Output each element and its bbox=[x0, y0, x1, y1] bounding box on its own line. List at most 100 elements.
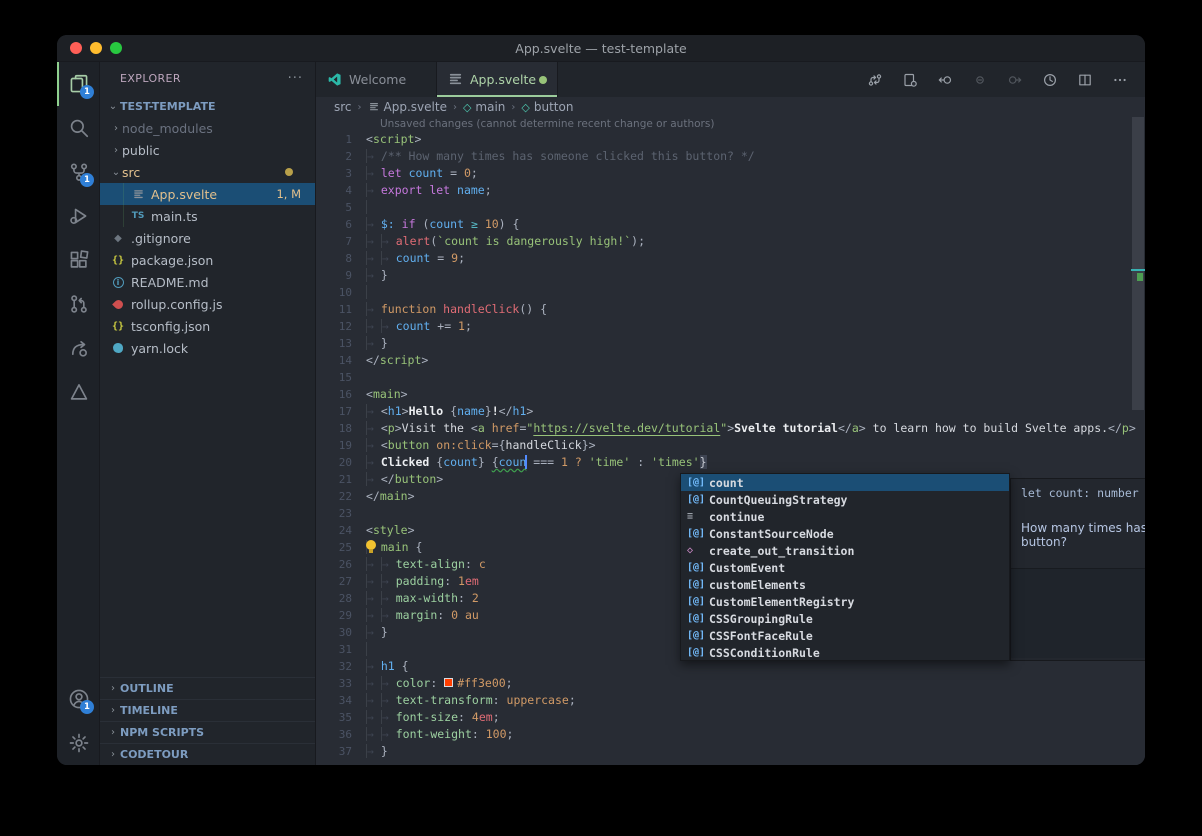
code-line[interactable]: 11→ function handleClick() { bbox=[316, 301, 1145, 318]
code-line[interactable]: 16<main> bbox=[316, 386, 1145, 403]
code-line[interactable]: 13→ } bbox=[316, 335, 1145, 352]
explorer-item-main-ts[interactable]: TSmain.ts bbox=[100, 205, 315, 227]
code-token: #ff3e00 bbox=[457, 676, 505, 690]
code-line[interactable]: 14</script> bbox=[316, 352, 1145, 369]
code-line[interactable]: 36→ → font-weight: 100; bbox=[316, 726, 1145, 743]
activity-item-search[interactable] bbox=[57, 106, 99, 150]
suggestion-constantsourcenode[interactable]: [@]ConstantSourceNode bbox=[681, 525, 1009, 542]
code-line[interactable]: 17→ <h1>Hello {name}!</h1> bbox=[316, 403, 1145, 420]
code-line[interactable]: 6→ $: if (count ≥ 10) { bbox=[316, 216, 1145, 233]
code-line[interactable]: 18→ <p>Visit the <a href="https://svelte… bbox=[316, 420, 1145, 437]
activity-spacer bbox=[57, 414, 99, 677]
section-label: OUTLINE bbox=[120, 682, 174, 695]
explorer-item-readme-md[interactable]: iREADME.md bbox=[100, 271, 315, 293]
explorer-item-src[interactable]: ⌄src bbox=[100, 161, 315, 183]
activity-item-azure[interactable] bbox=[57, 370, 99, 414]
suggestion-count[interactable]: [@]count bbox=[681, 474, 1009, 491]
breadcrumb[interactable]: src›App.svelte›◇main›◇button bbox=[316, 97, 1145, 117]
current-change-icon[interactable] bbox=[971, 71, 989, 89]
code-line[interactable]: 20→ Clicked {count} {coun === 1 ? 'time'… bbox=[316, 454, 1145, 471]
code-line[interactable]: 1<script> bbox=[316, 131, 1145, 148]
code-line[interactable]: 10 bbox=[316, 284, 1145, 301]
compare-changes-icon[interactable] bbox=[866, 71, 884, 89]
activity-item-run-debug[interactable] bbox=[57, 194, 99, 238]
tab-app-svelte[interactable]: App.svelte bbox=[437, 62, 558, 97]
more-actions-icon[interactable] bbox=[1111, 71, 1129, 89]
code-line[interactable]: 33→ → color: #ff3e00; bbox=[316, 675, 1145, 692]
breadcrumb-item[interactable]: App.svelte bbox=[384, 100, 447, 114]
symbol-var-icon: [@] bbox=[687, 613, 709, 624]
title-bar[interactable]: App.svelte — test-template bbox=[57, 35, 1145, 62]
code-token: { bbox=[499, 438, 506, 452]
workspace-root-header[interactable]: ⌄ TEST-TEMPLATE bbox=[100, 95, 315, 117]
code-token: → bbox=[381, 591, 396, 605]
explorer-item-rollup-config-js[interactable]: rollup.config.js bbox=[100, 293, 315, 315]
code-token: → bbox=[366, 421, 381, 435]
code-line[interactable]: 8→ → count = 9; bbox=[316, 250, 1145, 267]
breadcrumb-item[interactable]: src bbox=[334, 100, 352, 114]
sidebar-section-outline[interactable]: ›OUTLINE bbox=[100, 677, 315, 699]
activity-item-live-share[interactable] bbox=[57, 326, 99, 370]
code-line[interactable]: 15 bbox=[316, 369, 1145, 386]
explorer-item-package-json[interactable]: {}package.json bbox=[100, 249, 315, 271]
code-line[interactable]: 9→ } bbox=[316, 267, 1145, 284]
activity-item-extensions[interactable] bbox=[57, 238, 99, 282]
scrollbar-thumb[interactable] bbox=[1132, 117, 1144, 410]
activity-item-accounts[interactable]: 1 bbox=[57, 677, 99, 721]
sidebar-section-npm-scripts[interactable]: ›NPM SCRIPTS bbox=[100, 721, 315, 743]
code-line[interactable]: 35→ → font-size: 4em; bbox=[316, 709, 1145, 726]
suggestion-cssgroupingrule[interactable]: [@]CSSGroupingRule bbox=[681, 610, 1009, 627]
suggestion-cssconditionrule[interactable]: [@]CSSConditionRule bbox=[681, 644, 1009, 661]
code-line[interactable]: 3→ let count = 0; bbox=[316, 165, 1145, 182]
suggestion-customelements[interactable]: [@]customElements bbox=[681, 576, 1009, 593]
code-line[interactable]: 34→ → text-transform: uppercase; bbox=[316, 692, 1145, 709]
breadcrumb-item[interactable]: main bbox=[475, 100, 505, 114]
suggestion-create_out_transition[interactable]: ◇create_out_transition bbox=[681, 542, 1009, 559]
suggestion-customelementregistry[interactable]: [@]CustomElementRegistry bbox=[681, 593, 1009, 610]
activity-item-source-control[interactable]: 1 bbox=[57, 150, 99, 194]
suggestion-customevent[interactable]: [@]CustomEvent bbox=[681, 559, 1009, 576]
codelens-annotation[interactable]: Unsaved changes (cannot determine recent… bbox=[380, 118, 714, 130]
code-line[interactable]: 5 bbox=[316, 199, 1145, 216]
code-line[interactable]: 4→ export let name; bbox=[316, 182, 1145, 199]
activity-item-settings[interactable] bbox=[57, 721, 99, 765]
activity-item-explorer[interactable]: 1 bbox=[57, 62, 99, 106]
tab-welcome[interactable]: Welcome bbox=[316, 62, 437, 97]
code-token bbox=[478, 217, 485, 231]
sidebar-section-timeline[interactable]: ›TIMELINE bbox=[100, 699, 315, 721]
suggestion-countqueuingstrategy[interactable]: [@]CountQueuingStrategy bbox=[681, 491, 1009, 508]
unsaved-dot-icon[interactable] bbox=[539, 76, 547, 84]
code-token: count bbox=[443, 455, 478, 469]
code-line[interactable]: 7→ → alert(`count is dangerously high!`)… bbox=[316, 233, 1145, 250]
lightbulb-icon[interactable] bbox=[364, 540, 378, 554]
code-token: → bbox=[381, 234, 396, 248]
split-editor-icon[interactable] bbox=[1076, 71, 1094, 89]
code-token: style bbox=[373, 523, 408, 537]
next-change-icon[interactable] bbox=[1006, 71, 1024, 89]
explorer-item--gitignore[interactable]: ◆.gitignore bbox=[100, 227, 315, 249]
explorer-item-node-modules[interactable]: ›node_modules bbox=[100, 117, 315, 139]
sidebar-more-actions-icon[interactable]: ··· bbox=[288, 71, 303, 86]
code-line[interactable]: 37→ } bbox=[316, 743, 1145, 760]
code-line[interactable]: 12→ → count += 1; bbox=[316, 318, 1145, 335]
code-line[interactable]: 19→ <button on:click={handleClick}> bbox=[316, 437, 1145, 454]
code-token: → bbox=[366, 472, 381, 486]
suggestion-continue[interactable]: ≡continue bbox=[681, 508, 1009, 525]
code-token: → bbox=[381, 693, 396, 707]
suggestion-cssfontfacerule[interactable]: [@]CSSFontFaceRule bbox=[681, 627, 1009, 644]
previous-change-icon[interactable] bbox=[936, 71, 954, 89]
explorer-item-public[interactable]: ›public bbox=[100, 139, 315, 161]
breadcrumb-item[interactable]: button bbox=[534, 100, 574, 114]
activity-item-github-pull-request[interactable] bbox=[57, 282, 99, 326]
explorer-item-app-svelte[interactable]: App.svelte1, M bbox=[100, 183, 315, 205]
explorer-item-yarn-lock[interactable]: yarn.lock bbox=[100, 337, 315, 359]
code-editor[interactable]: Unsaved changes (cannot determine recent… bbox=[316, 117, 1145, 765]
timeline-icon[interactable] bbox=[1041, 71, 1059, 89]
open-changes-icon[interactable] bbox=[901, 71, 919, 89]
sidebar-section-codetour[interactable]: ›CODETOUR bbox=[100, 743, 315, 765]
code-line[interactable]: 2→ /** How many times has someone clicke… bbox=[316, 148, 1145, 165]
explorer-item-tsconfig-json[interactable]: {}tsconfig.json bbox=[100, 315, 315, 337]
code-token: count bbox=[396, 319, 431, 333]
code-token: > bbox=[401, 387, 408, 401]
editor-scrollbar[interactable] bbox=[1131, 117, 1145, 765]
